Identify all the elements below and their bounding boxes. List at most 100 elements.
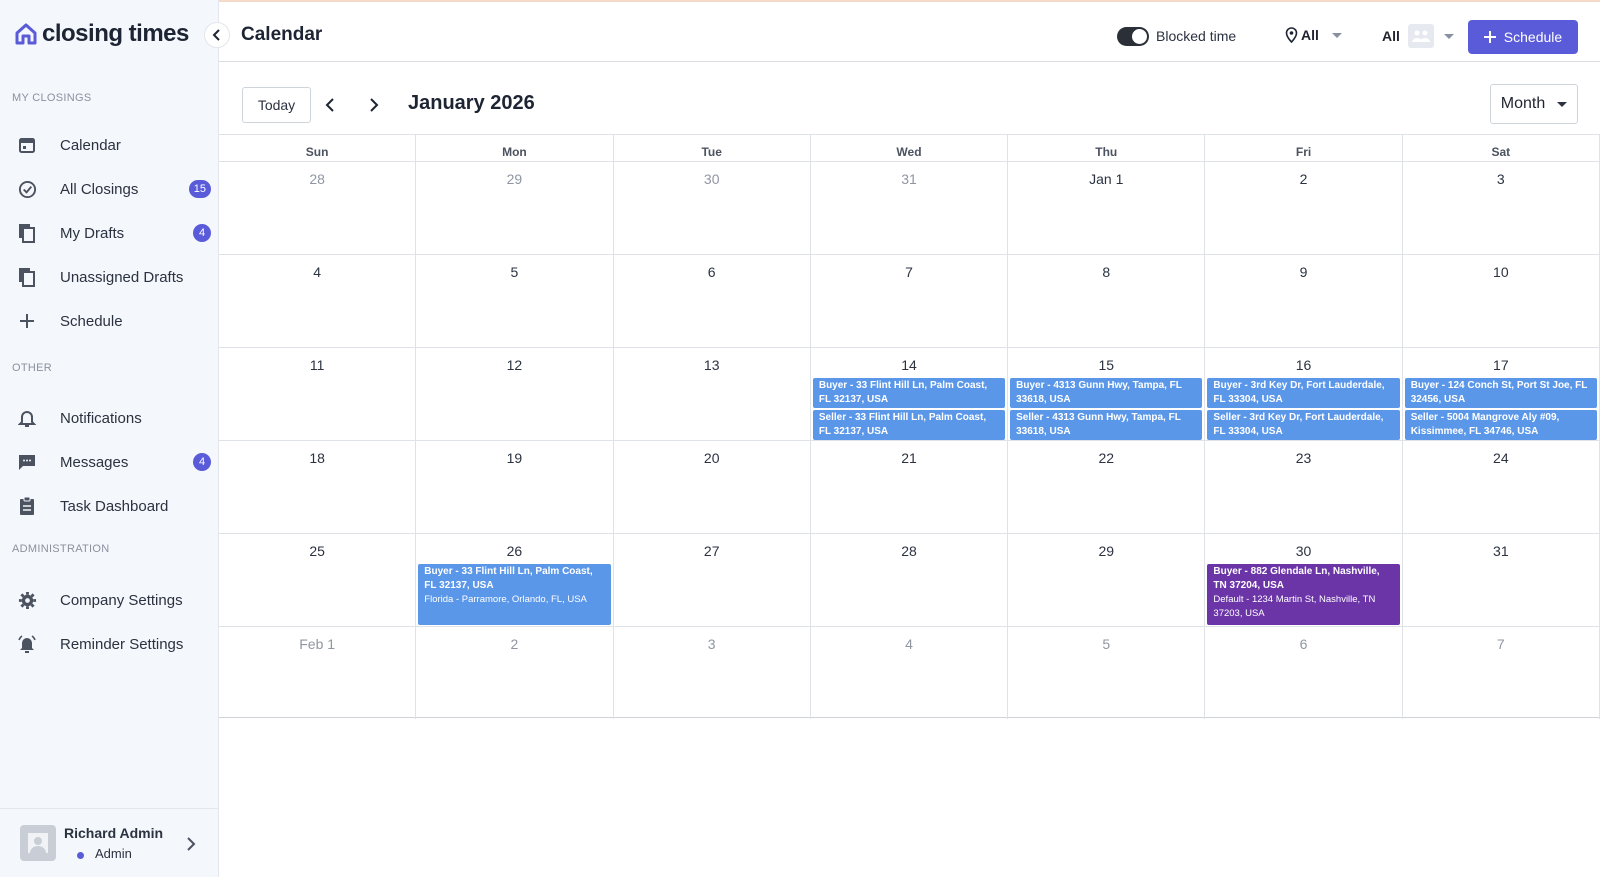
day-cell[interactable]: 21 — [811, 441, 1009, 533]
day-cell[interactable]: 18 — [219, 441, 417, 533]
blocked-time-toggle[interactable] — [1117, 27, 1149, 46]
calendar-event[interactable]: Seller - 33 Flint Hill Ln, Palm Coast, F… — [812, 410, 1006, 440]
day-cell[interactable]: 3 — [1403, 162, 1600, 254]
sidebar-item-reminder-settings[interactable]: Reminder Settings — [0, 624, 219, 664]
day-cell[interactable]: 6 — [1205, 627, 1403, 719]
view-select[interactable]: Month — [1490, 84, 1578, 124]
sidebar-item-calendar[interactable]: Calendar — [0, 125, 219, 165]
weekday-label: Mon — [416, 135, 614, 162]
location-filter-value: All — [1301, 27, 1319, 43]
day-number: 6 — [1299, 636, 1308, 652]
day-cell[interactable]: 8 — [1008, 255, 1206, 347]
day-number: 18 — [309, 450, 325, 466]
day-number: 7 — [905, 264, 913, 280]
people-filter[interactable]: All — [1382, 24, 1454, 48]
calendar-event[interactable]: Buyer - 882 Glendale Ln, Nashville, TN 3… — [1207, 564, 1400, 625]
day-cell[interactable]: Feb 1 — [219, 627, 417, 719]
weekday-label: Sat — [1403, 135, 1600, 162]
next-month-button[interactable] — [362, 93, 386, 117]
day-cell[interactable]: 17 Buyer - 124 Conch St, Port St Joe, FL… — [1403, 348, 1600, 440]
check-circle-icon — [17, 179, 37, 199]
day-cell[interactable]: 2 — [1205, 162, 1403, 254]
page-title: Calendar — [241, 24, 323, 45]
sidebar-item-company-settings[interactable]: Company Settings — [0, 580, 219, 620]
day-cell[interactable]: 20 — [614, 441, 811, 533]
day-cell[interactable]: 29 — [1008, 534, 1206, 626]
calendar-event[interactable]: Buyer - 124 Conch St, Port St Joe, FL 32… — [1404, 378, 1597, 408]
event-title: Buyer - 882 Glendale Ln, Nashville, TN 3… — [1213, 566, 1380, 591]
calendar-event[interactable]: Buyer - 3rd Key Dr, Fort Lauderdale, FL … — [1207, 378, 1400, 408]
day-cell[interactable]: 5 — [416, 255, 614, 347]
plus-icon — [17, 311, 37, 331]
count-badge: 15 — [188, 180, 211, 198]
location-filter[interactable]: All — [1285, 27, 1342, 43]
day-cell[interactable]: 7 — [1403, 627, 1600, 719]
day-cell[interactable]: 11 — [219, 348, 417, 440]
weekday-label: Thu — [1008, 135, 1206, 162]
week-row: Feb 1 2 3 4 5 6 7 — [219, 627, 1600, 720]
sidebar-item-unassigned-drafts[interactable]: Unassigned Drafts — [0, 257, 219, 297]
calendar-event[interactable]: Buyer - 33 Flint Hill Ln, Palm Coast, FL… — [418, 564, 611, 625]
day-cell[interactable]: 4 — [219, 255, 417, 347]
sidebar-item-all-closings[interactable]: All Closings 15 — [0, 169, 219, 209]
day-cell[interactable]: 4 — [811, 627, 1009, 719]
user-profile[interactable]: Richard Admin Admin — [0, 808, 219, 877]
gear-icon — [17, 590, 37, 610]
sidebar-item-schedule[interactable]: Schedule — [0, 301, 219, 341]
day-number: 28 — [309, 171, 325, 187]
sidebar-item-task-dashboard[interactable]: Task Dashboard — [0, 486, 219, 526]
day-cell[interactable]: 9 — [1205, 255, 1403, 347]
day-cell[interactable]: 26 Buyer - 33 Flint Hill Ln, Palm Coast,… — [416, 534, 614, 626]
day-cell[interactable]: 6 — [614, 255, 811, 347]
day-cell[interactable]: 30 Buyer - 882 Glendale Ln, Nashville, T… — [1205, 534, 1403, 626]
sidebar-item-my-drafts[interactable]: My Drafts 4 — [0, 213, 219, 253]
schedule-button[interactable]: Schedule — [1468, 20, 1578, 54]
day-cell[interactable]: 12 — [416, 348, 614, 440]
weekday-label: Fri — [1205, 135, 1403, 162]
previous-month-button[interactable] — [318, 93, 342, 117]
day-cell[interactable]: 19 — [416, 441, 614, 533]
day-cell[interactable]: 28 — [811, 534, 1009, 626]
sidebar-item-label: Task Dashboard — [60, 497, 169, 515]
brand-logo[interactable]: closing times — [14, 20, 189, 48]
week-row: 28 29 30 31 Jan 1 2 3 — [219, 162, 1600, 255]
calendar-event[interactable]: Buyer - 4313 Gunn Hwy, Tampa, FL 33618, … — [1010, 378, 1203, 408]
day-cell[interactable]: 23 — [1205, 441, 1403, 533]
today-button[interactable]: Today — [242, 87, 311, 123]
day-cell[interactable]: 29 — [416, 162, 614, 254]
day-cell[interactable]: 10 — [1403, 255, 1600, 347]
day-cell[interactable]: 31 — [811, 162, 1009, 254]
day-cell[interactable]: 27 — [614, 534, 811, 626]
day-cell[interactable]: 16 Buyer - 3rd Key Dr, Fort Lauderdale, … — [1205, 348, 1403, 440]
sidebar-item-messages[interactable]: Messages 4 — [0, 442, 219, 482]
day-cell[interactable]: 30 — [614, 162, 811, 254]
brand-name: closing times — [42, 20, 189, 47]
day-cell[interactable]: 3 — [614, 627, 811, 719]
people-filter-value: All — [1382, 28, 1400, 44]
calendar-event[interactable]: Seller - 5004 Mangrove Aly #09, Kissimme… — [1404, 410, 1597, 440]
calendar-toolbar: Today January 2026 Month — [219, 62, 1600, 134]
sidebar-item-notifications[interactable]: Notifications — [0, 398, 219, 438]
day-cell[interactable]: 14 Buyer - 33 Flint Hill Ln, Palm Coast,… — [811, 348, 1009, 440]
day-cell[interactable]: 28 — [219, 162, 417, 254]
sidebar-item-label: Schedule — [60, 312, 123, 330]
day-number: 7 — [1496, 636, 1505, 652]
day-cell[interactable]: 31 — [1403, 534, 1600, 626]
day-cell[interactable]: 13 — [614, 348, 811, 440]
user-name: Richard Admin — [64, 825, 164, 841]
user-role: Admin — [95, 846, 132, 861]
day-cell[interactable]: 25 — [219, 534, 417, 626]
section-label-my-closings: MY CLOSINGS — [12, 92, 92, 104]
month-title: January 2026 — [408, 92, 535, 114]
calendar-event[interactable]: Buyer - 33 Flint Hill Ln, Palm Coast, FL… — [812, 378, 1006, 408]
day-cell[interactable]: 22 — [1008, 441, 1206, 533]
day-cell[interactable]: 2 — [416, 627, 614, 719]
day-cell[interactable]: Jan 1 — [1008, 162, 1206, 254]
calendar-event[interactable]: Seller - 3rd Key Dr, Fort Lauderdale, FL… — [1207, 410, 1400, 440]
calendar-event[interactable]: Seller - 4313 Gunn Hwy, Tampa, FL 33618,… — [1010, 410, 1203, 440]
day-cell[interactable]: 5 — [1008, 627, 1206, 719]
collapse-sidebar-button[interactable] — [204, 22, 230, 48]
day-cell[interactable]: 7 — [811, 255, 1009, 347]
day-cell[interactable]: 15 Buyer - 4313 Gunn Hwy, Tampa, FL 3361… — [1008, 348, 1206, 440]
day-cell[interactable]: 24 — [1403, 441, 1600, 533]
